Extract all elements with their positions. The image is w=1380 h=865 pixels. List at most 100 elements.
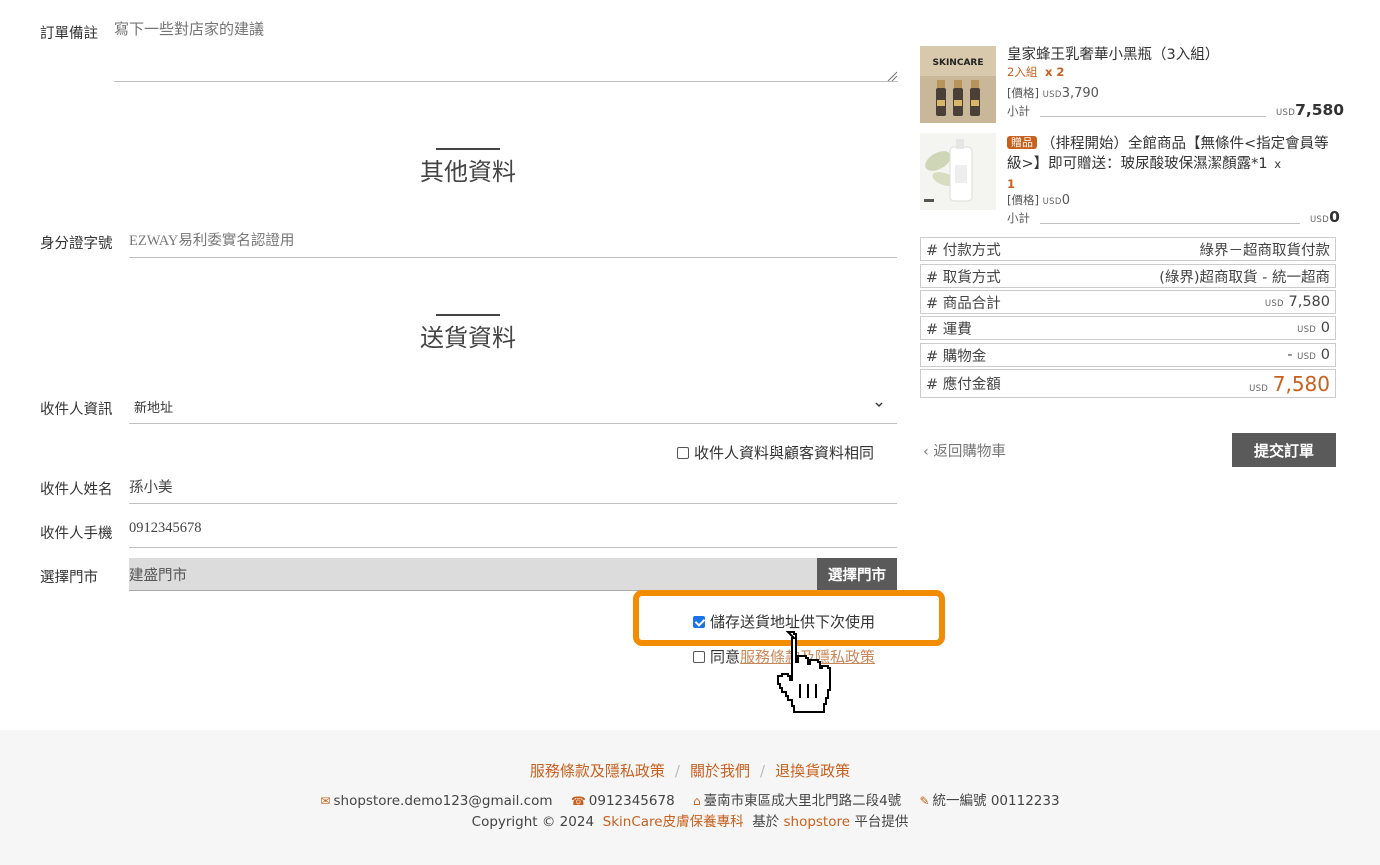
brand-link[interactable]: SkinCare皮膚保養專科 — [603, 814, 744, 830]
price-label: [價格] — [1007, 193, 1039, 207]
submit-order-button[interactable]: 提交訂單 — [1232, 433, 1336, 467]
shopping-credit-row: # 購物金 - USD 0 — [920, 343, 1336, 367]
currency-label: USD — [1249, 383, 1269, 394]
id-number-input[interactable]: EZWAY易利委實名認證用 — [129, 229, 294, 250]
shipping-fee-amount: USD 0 — [1297, 320, 1330, 336]
gift-product-image[interactable] — [920, 133, 996, 210]
items-total-amount: USD 7,580 — [1265, 294, 1330, 310]
recipient-phone-input[interactable]: 0912345678 — [129, 520, 202, 537]
subtotal-line — [1040, 116, 1266, 117]
store-value: 建盛門市 — [129, 568, 187, 584]
footer-link-returns[interactable]: 退換貨政策 — [775, 762, 850, 780]
copyright-text: Copyright © 2024 — [471, 814, 595, 830]
items-total-label: # 商品合計 — [926, 295, 1001, 312]
payment-method-row: # 付款方式 綠界－超商取貨付款 — [920, 237, 1336, 261]
recipient-name-input[interactable]: 孫小美 — [129, 476, 173, 497]
payment-method-label: # 付款方式 — [926, 242, 1001, 259]
shipping-fee-label: # 運費 — [926, 321, 972, 338]
checkbox-box[interactable] — [677, 447, 689, 459]
price-value: 3,790 — [1061, 86, 1099, 101]
recipient-name-label: 收件人姓名 — [40, 482, 113, 498]
based-on-text: 基於 — [752, 814, 780, 830]
cart-item-variant: 2入組 x 2 — [1007, 62, 1064, 82]
back-to-cart-link[interactable]: ‹ 返回購物車 — [923, 440, 1006, 461]
recipient-info-select[interactable]: 新地址 — [134, 397, 173, 416]
shipping-fee-row: # 運費 USD 0 — [920, 316, 1336, 340]
checkbox-box[interactable] — [693, 651, 705, 663]
items-total-value: 7,580 — [1288, 294, 1330, 310]
footer-address: 臺南市東區成大里北門路二段4號 — [703, 793, 902, 809]
footer-link-about[interactable]: 關於我們 — [690, 762, 750, 780]
delivery-method-row: # 取貨方式 (綠界)超商取貨 - 統一超商 — [920, 264, 1336, 288]
recipient-phone-label: 收件人手機 — [40, 526, 113, 542]
item-quantity: x 2 — [1044, 65, 1065, 79]
subtotal-value: 0 — [1329, 208, 1340, 226]
store-input[interactable] — [129, 558, 817, 591]
items-total-row: # 商品合計 USD 7,580 — [920, 290, 1336, 314]
pen-icon: ✎ — [919, 794, 930, 808]
section-divider — [436, 314, 500, 316]
back-to-cart-label: 返回購物車 — [933, 444, 1006, 460]
id-number-label: 身分證字號 — [40, 236, 113, 252]
select-store-button[interactable]: 選擇門市 — [817, 558, 897, 591]
agree-prefix: 同意 — [710, 648, 741, 666]
hand-pointer-cursor-icon — [777, 631, 831, 713]
recipient-info-label: 收件人資訊 — [40, 402, 113, 418]
order-note-textarea[interactable] — [114, 16, 898, 82]
gift-item-name[interactable]: 贈品 （排程開始）全館商品【無條件<指定會員等級>】即可贈送：玻尿酸玻保濕潔顏露*… — [1007, 134, 1336, 174]
currency-label: USD — [1310, 215, 1330, 225]
delivery-method-label: # 取貨方式 — [926, 269, 1001, 286]
chevron-down-icon[interactable] — [873, 399, 885, 411]
cart-item-subtotal: USD7,580 — [1276, 100, 1344, 123]
currency-label: USD — [1297, 325, 1317, 335]
home-icon: ⌂ — [692, 794, 701, 808]
subtotal-value: 7,580 — [1295, 101, 1345, 119]
id-number-underline — [129, 257, 897, 258]
gift-item-subtotal: USD0 — [1310, 207, 1340, 230]
amount-due-row: # 應付金額 USD 7,580 — [920, 369, 1336, 398]
resize-grip-icon[interactable] — [886, 70, 898, 82]
phone-icon: ☎ — [570, 794, 586, 808]
envelope-icon: ✉ — [320, 794, 331, 808]
amount-due-amount: USD 7,580 — [1249, 372, 1330, 396]
currency-label: USD — [1297, 352, 1317, 362]
footer-tax-id: 統一編號 00112233 — [932, 793, 1060, 809]
subtotal-label: 小計 — [1007, 211, 1030, 225]
same-as-customer-label: 收件人資料與顧客資料相同 — [694, 444, 875, 462]
footer-link-terms[interactable]: 服務條款及隱私政策 — [530, 762, 665, 780]
amount-due-label: # 應付金額 — [926, 377, 1001, 393]
product-image-skincare[interactable]: SKINCARE — [920, 46, 996, 123]
currency-label: USD — [1276, 108, 1296, 118]
recipient-info-underline — [129, 423, 897, 424]
variant-label: 2入組 — [1007, 65, 1038, 79]
footer: 服務條款及隱私政策 / 關於我們 / 退換貨政策 ✉ shopstore.demo123@… — [0, 730, 1380, 865]
same-as-customer-checkbox[interactable]: 收件人資料與顧客資料相同 — [677, 442, 874, 463]
footer-phone[interactable]: 0912345678 — [589, 793, 675, 809]
other-section-title: 其他資料 — [420, 158, 516, 186]
recipient-phone-underline — [129, 547, 897, 548]
order-note-label: 訂單備註 — [40, 26, 98, 42]
platform-link[interactable]: shopstore — [783, 814, 850, 830]
footer-copyright: Copyright © 2024 SkinCare皮膚保養專科 基於 shops… — [0, 810, 1380, 830]
store-label: 選擇門市 — [40, 570, 98, 586]
shopping-credit-label: # 購物金 — [926, 348, 987, 365]
price-value: 0 — [1061, 193, 1070, 208]
shopping-credit-value: 0 — [1320, 347, 1330, 363]
payment-method-value: 綠界－超商取貨付款 — [1199, 242, 1331, 259]
recipient-name-underline — [129, 503, 897, 504]
section-divider — [436, 148, 500, 150]
currency-label: USD — [1042, 90, 1062, 100]
subtotal-label: 小計 — [1007, 104, 1030, 118]
subtotal-line — [1040, 223, 1300, 224]
price-label: [價格] — [1007, 86, 1039, 100]
footer-separator: / — [760, 762, 766, 780]
footer-links: 服務條款及隱私政策 / 關於我們 / 退換貨政策 — [0, 760, 1380, 781]
footer-email[interactable]: shopstore.demo123@gmail.com — [333, 793, 552, 809]
currency-label: USD — [1264, 299, 1284, 309]
footer-separator: / — [674, 762, 680, 780]
gift-badge: 贈品 — [1007, 136, 1037, 149]
chevron-left-icon: ‹ — [923, 444, 934, 460]
shopping-credit-amount: - USD 0 — [1287, 347, 1330, 363]
minus-sign: - — [1287, 347, 1293, 363]
gift-qty-prefix: x — [1274, 157, 1282, 171]
